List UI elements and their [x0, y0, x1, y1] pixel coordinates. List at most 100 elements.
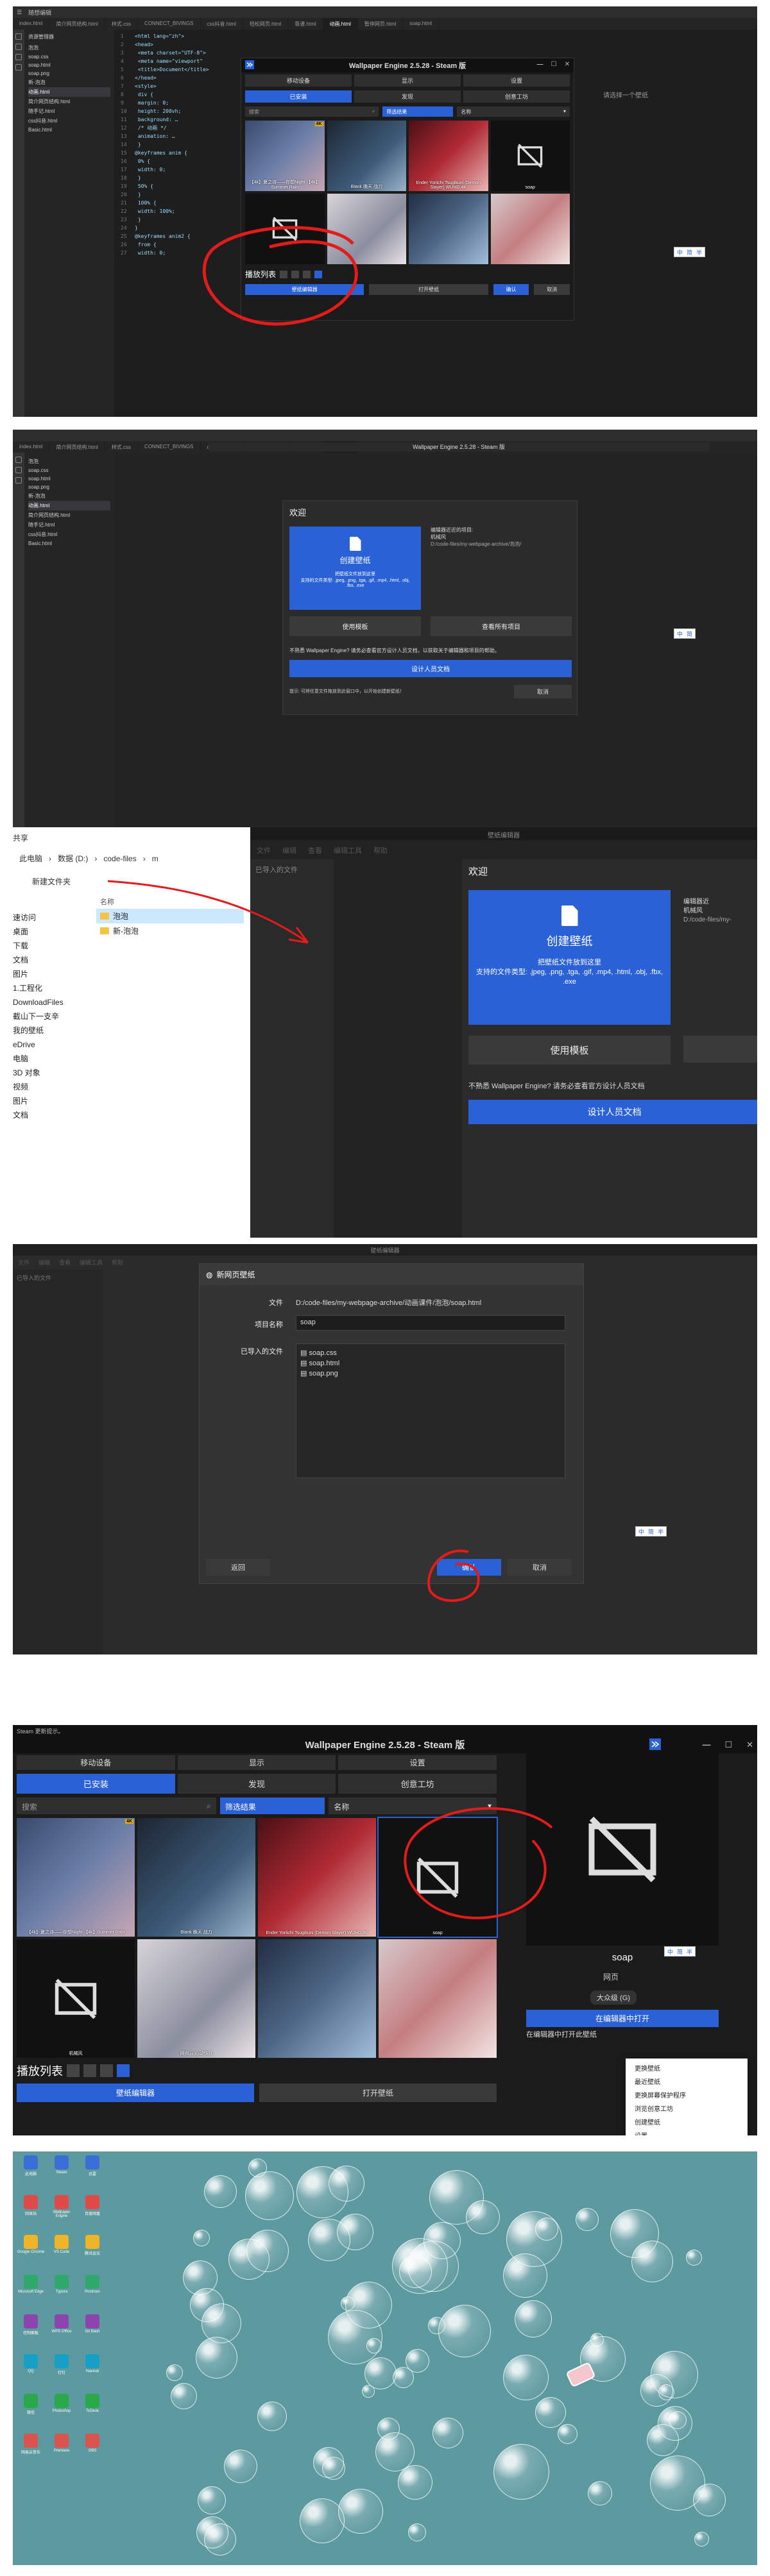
search-input[interactable]: 搜索 ⌕	[17, 1797, 216, 1814]
desktop-icon[interactable]: Microsoft Edge	[17, 2275, 45, 2294]
search-input[interactable]: 搜索 ⌕	[245, 106, 379, 117]
menu-icon[interactable]: ☰	[17, 9, 22, 16]
explorer-item[interactable]: 随手记.html	[28, 106, 110, 116]
wallpaper-thumb[interactable]	[490, 194, 570, 264]
explorer-item[interactable]: Basic.html	[28, 539, 110, 548]
wallpaper-thumb[interactable]: Ender Yoriichi Tsugikuni (Demon Slayer) …	[409, 121, 488, 191]
menu-item[interactable]: 编辑	[38, 1258, 50, 1267]
explorer-icon[interactable]	[15, 33, 22, 40]
open-wallpaper-button[interactable]: 打开壁纸	[259, 2084, 497, 2102]
nav-item[interactable]: 桌面	[13, 925, 83, 939]
editor-tab[interactable]: 靠谱.html	[288, 18, 323, 29]
desktop-icon[interactable]: Git Bash	[78, 2314, 107, 2334]
menu-item[interactable]: 编辑工具	[334, 845, 362, 855]
wallpaper-thumb[interactable]	[379, 1939, 497, 2058]
menu-item[interactable]: 文件	[257, 845, 271, 855]
open-wallpaper-button[interactable]: 打开壁纸	[369, 284, 488, 295]
close-icon[interactable]: ✕	[565, 61, 570, 68]
ok-button[interactable]: 确认	[493, 284, 529, 295]
nav-item[interactable]: DownloadFiles	[13, 995, 83, 1009]
ime-toolbar[interactable]: 中简半	[664, 1946, 696, 1957]
maximize-icon[interactable]: ☐	[724, 1740, 732, 1750]
recent-project-item[interactable]: 机械风	[431, 534, 572, 541]
wallpaper-thumb[interactable]: Blank 晚天 战刀	[327, 121, 406, 191]
context-menu-item[interactable]: 设置	[626, 2128, 748, 2135]
nav-item[interactable]: 1.工程化	[13, 981, 83, 995]
create-wallpaper-dropzone[interactable]: 创建壁纸 把壁纸文件放到这里 支持的文件类型: .jpeg, .png, .tg…	[289, 526, 421, 610]
explorer-item[interactable]: 动画.html	[28, 87, 110, 97]
breadcrumb-segment[interactable]: m	[152, 854, 158, 863]
save-icon[interactable]	[83, 2064, 96, 2077]
gear-icon[interactable]	[303, 270, 311, 278]
maximize-icon[interactable]: ☐	[551, 61, 557, 68]
expand-icon[interactable]	[245, 60, 254, 71]
ime-toolbar[interactable]: 中简半	[635, 1526, 667, 1536]
wallpaper-thumb[interactable]: Blank 晚天 战刀	[137, 1818, 255, 1937]
save-icon[interactable]	[291, 270, 300, 278]
cancel-button[interactable]: 取消	[534, 284, 570, 295]
desktop-icon[interactable]: 微信	[17, 2394, 45, 2415]
wallpaper-thumb[interactable]	[258, 1939, 376, 2058]
open-in-editor-button[interactable]: 在编辑器中打开	[526, 2010, 719, 2027]
desktop-icon[interactable]: VS Code	[47, 2235, 76, 2254]
use-template-button[interactable]: 使用模板	[289, 616, 421, 636]
wallpaper-thumb[interactable]: 4K 【4k】夏之诗——你想Night 【4k】Summer Rain	[245, 121, 325, 191]
folder-icon[interactable]	[67, 2064, 80, 2077]
explorer-item[interactable]: Basic.html	[28, 126, 110, 134]
tab-installed[interactable]: 已安装	[245, 90, 352, 103]
editor-tab[interactable]: CONNECT_BIVINGS	[138, 441, 201, 453]
minimize-icon[interactable]: —	[537, 61, 543, 68]
desktop-icon[interactable]: Wallpaper Engine	[47, 2195, 76, 2218]
tab-display[interactable]: 显示	[354, 74, 461, 87]
wallpaper-thumb[interactable]	[327, 194, 406, 264]
context-menu-item[interactable]: 更换壁纸	[626, 2061, 748, 2075]
gear-icon[interactable]	[100, 2064, 113, 2077]
address-bar[interactable]: 此电脑 › 数据 (D:) › code-files › m	[19, 853, 158, 864]
explorer-item[interactable]: soap.css	[28, 466, 110, 475]
explorer-item[interactable]: 新-泡泡	[28, 78, 110, 87]
extensions-icon[interactable]	[15, 64, 22, 71]
desktop-icon[interactable]: Navicat	[78, 2354, 107, 2373]
context-menu-item[interactable]: 创建壁纸	[626, 2115, 748, 2128]
tab-installed[interactable]: 已安装	[17, 1774, 175, 1794]
cancel-button[interactable]: 取消	[508, 1559, 572, 1576]
explorer-item[interactable]: 泡泡	[28, 457, 110, 466]
tab-settings[interactable]: 设置	[463, 74, 570, 87]
back-button[interactable]: 返回	[206, 1559, 270, 1576]
desktop-icon[interactable]: 回收站	[17, 2195, 45, 2216]
desktop-icon[interactable]: OBS	[78, 2434, 107, 2453]
wallpaper-thumb[interactable]: soap	[490, 121, 570, 191]
explorer-item[interactable]: 动画.html	[28, 501, 110, 510]
nav-item[interactable]: 下载	[13, 939, 83, 953]
designer-docs-button[interactable]: 设计人员文档	[468, 1100, 757, 1124]
desktop-icon[interactable]: 钉钉	[47, 2354, 76, 2375]
tab-discover[interactable]: 发现	[177, 1774, 336, 1794]
tab-settings[interactable]: 设置	[338, 1755, 497, 1770]
ime-toolbar[interactable]: 中简	[674, 628, 696, 639]
desktop-icon[interactable]: 此电脑	[17, 2155, 45, 2176]
explorer-item[interactable]: 泡泡	[28, 43, 110, 53]
context-menu-item[interactable]: 浏览创意工坊	[626, 2101, 748, 2115]
wallpaper-thumb[interactable]: 4K 【4k】夏之诗——你想Night 【4k】Summer Rain	[17, 1818, 135, 1937]
editor-tab[interactable]: 简介网页结构.html	[49, 441, 105, 453]
minimize-icon[interactable]: —	[702, 1740, 710, 1750]
wallpaper-thumb[interactable]: Ender Yoriichi Tsugikuni (Demon Slayer) …	[258, 1818, 376, 1937]
context-menu-item[interactable]: 最近壁纸	[626, 2075, 748, 2088]
nav-item[interactable]: eDrive	[13, 1038, 83, 1052]
tab-workshop[interactable]: 创意工坊	[463, 90, 570, 103]
nav-item[interactable]: 我的壁纸	[13, 1023, 83, 1038]
editor-tab[interactable]: css抖音.html	[201, 18, 243, 29]
column-name[interactable]: 名称	[96, 895, 244, 909]
expand-icon[interactable]	[649, 1738, 661, 1753]
nav-item[interactable]: 图片	[13, 1094, 83, 1108]
file-row[interactable]: 新-泡泡	[96, 923, 244, 938]
view-all-projects-button[interactable]: 查看所有项目	[431, 616, 572, 636]
editor-tab[interactable]: soap.html	[403, 18, 439, 29]
menu-item[interactable]: 查看	[59, 1258, 71, 1267]
new-folder-button[interactable]: 新建文件夹	[32, 876, 71, 887]
tab-mobile[interactable]: 移动设备	[245, 74, 352, 87]
explorer-item[interactable]: soap.png	[28, 483, 110, 491]
filter-button[interactable]: 筛选结果	[382, 106, 454, 117]
filter-button[interactable]: 筛选结果	[219, 1797, 325, 1814]
desktop-icon[interactable]: ToDesk	[78, 2394, 107, 2413]
